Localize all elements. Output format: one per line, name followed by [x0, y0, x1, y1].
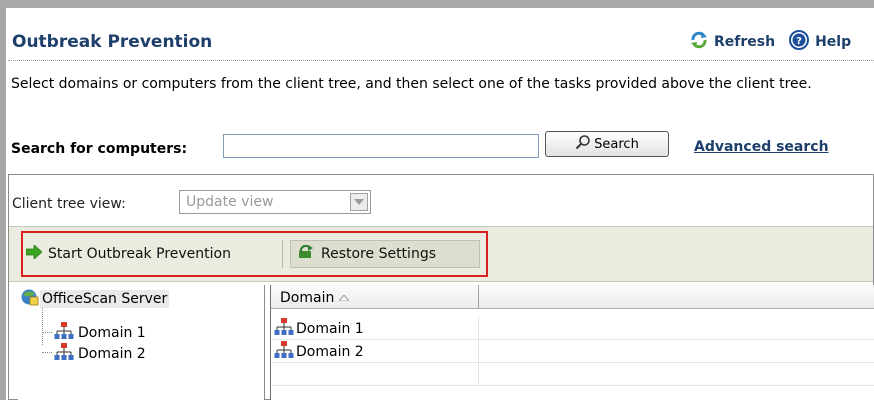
svg-text:?: ?	[796, 36, 802, 47]
refresh-link[interactable]: Refresh	[690, 31, 775, 53]
table-row[interactable]: Domain 2	[271, 340, 874, 363]
start-outbreak-prevention-button[interactable]: Start Outbreak Prevention	[25, 240, 283, 268]
header-links: Refresh ? Help	[690, 30, 865, 54]
tree-node-officescan-server[interactable]: OfficeScan Server	[20, 288, 170, 310]
table-cell: Domain 1	[271, 317, 479, 340]
tree-connector	[42, 332, 52, 333]
search-button[interactable]: Search	[545, 131, 669, 157]
top-border	[0, 0, 874, 8]
page-title: Outbreak Prevention	[12, 32, 213, 52]
client-tree-view-value: Update view	[186, 194, 274, 210]
start-outbreak-prevention-label: Start Outbreak Prevention	[48, 246, 231, 262]
help-label: Help	[815, 34, 852, 50]
refresh-label: Refresh	[714, 34, 776, 50]
search-button-label: Search	[594, 136, 639, 152]
domain-icon	[274, 317, 296, 341]
search-icon	[575, 134, 594, 154]
sort-ascending-icon	[337, 289, 351, 305]
grid-header: Domain	[271, 285, 874, 309]
column-header-label: Domain	[280, 290, 335, 306]
server-globe-icon	[20, 288, 40, 310]
client-tree-view-label: Client tree view:	[12, 196, 126, 212]
search-input[interactable]	[223, 134, 539, 158]
cell-label: Domain 2	[296, 343, 364, 360]
tree-node-label: Domain 1	[78, 325, 146, 341]
instructions-text: Select domains or computers from the cli…	[11, 76, 812, 92]
domain-icon	[274, 340, 296, 364]
domain-icon	[54, 342, 74, 366]
help-link[interactable]: ? Help	[789, 30, 851, 54]
client-tree: OfficeScan Server Domain 1 Domain 2	[18, 285, 265, 400]
tree-node-label: OfficeScan Server	[40, 290, 170, 308]
help-icon: ?	[789, 30, 815, 54]
tree-node-label: Domain 2	[78, 346, 146, 362]
advanced-search-link[interactable]: Advanced search	[694, 139, 829, 155]
restore-icon	[297, 244, 321, 263]
tree-connector	[42, 352, 52, 353]
restore-settings-label: Restore Settings	[321, 246, 436, 262]
client-tree-view-select[interactable]: Update view	[179, 190, 371, 214]
table-row	[271, 363, 874, 386]
cell-label: Domain 1	[296, 320, 364, 337]
table-row[interactable]: Domain 1	[271, 317, 874, 340]
tree-node-domain-2[interactable]: Domain 2	[54, 342, 146, 366]
refresh-icon	[690, 31, 714, 53]
arrow-right-icon	[25, 244, 48, 263]
restore-settings-button[interactable]: Restore Settings	[290, 240, 480, 268]
chevron-down-icon[interactable]	[350, 193, 368, 211]
tree-connector	[42, 305, 43, 345]
table-cell	[271, 363, 479, 386]
domain-grid: Domain Domain 1 Domain 2	[270, 285, 874, 400]
table-cell: Domain 2	[271, 340, 479, 363]
title-divider	[8, 60, 874, 61]
column-header-domain[interactable]: Domain	[271, 285, 479, 309]
search-label: Search for computers:	[11, 141, 188, 157]
left-border	[0, 0, 6, 400]
